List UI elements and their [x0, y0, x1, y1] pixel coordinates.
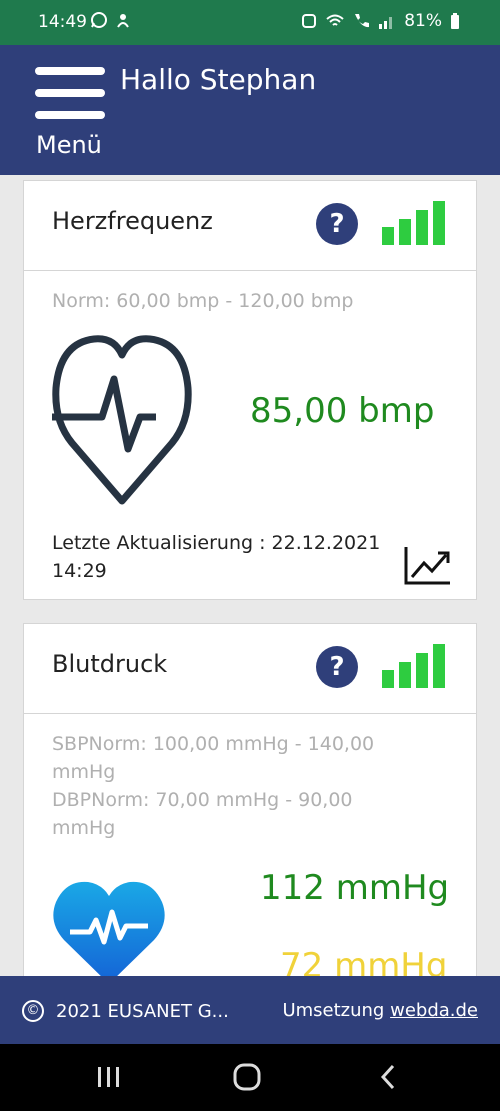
card-header: Herzfrequenz ?	[24, 181, 476, 271]
norm-range: Norm: 60,00 bmp - 120,00 bmp	[52, 290, 354, 312]
last-updated-time: 14:29	[52, 560, 107, 582]
hamburger-menu-icon[interactable]	[35, 67, 105, 119]
webda-link[interactable]: webda.de	[390, 1000, 478, 1021]
navigation-bar	[0, 1044, 500, 1111]
dbp-norm-line2: mmHg	[52, 817, 116, 839]
sbp-norm-line2: mmHg	[52, 761, 116, 783]
credit-prefix: Umsetzung	[282, 1000, 391, 1021]
card-header: Blutdruck ?	[24, 624, 476, 714]
whatsapp-icon	[91, 12, 107, 28]
footer: © 2021 EUSANET G... Umsetzung webda.de	[0, 976, 500, 1044]
systolic-value: 112 mmHg	[260, 868, 450, 908]
battery-percent: 81%	[404, 11, 442, 31]
alarm-icon	[302, 14, 317, 28]
greeting: Hallo Stephan	[120, 63, 317, 96]
trend-chart-icon[interactable]	[404, 545, 452, 585]
call-icon	[355, 14, 370, 28]
battery-icon	[451, 13, 459, 29]
heart-pulse-icon	[53, 881, 165, 982]
help-button[interactable]: ?	[316, 646, 358, 688]
credit: Umsetzung webda.de	[282, 1000, 478, 1021]
signal-strength-icon	[382, 201, 445, 245]
back-icon[interactable]	[374, 1062, 404, 1092]
wifi-icon	[326, 14, 344, 26]
app-header: Hallo Stephan Menü	[0, 45, 500, 175]
help-button[interactable]: ?	[316, 203, 358, 245]
heart-rate-value: 85,00 bmp	[250, 391, 435, 431]
copyright-icon: ©	[22, 1000, 44, 1022]
menu-button[interactable]: Menü	[36, 131, 102, 159]
status-bar: 14:49 81%	[0, 0, 500, 45]
cellular-signal-icon	[379, 17, 393, 29]
card-title: Blutdruck	[52, 650, 168, 678]
recent-apps-icon[interactable]	[94, 1062, 124, 1092]
notification-icon	[117, 14, 129, 28]
home-icon[interactable]	[232, 1062, 262, 1092]
copyright-text: 2021 EUSANET G...	[56, 1000, 229, 1022]
last-updated-date: Letzte Aktualisierung : 22.12.2021	[52, 532, 381, 554]
blood-pressure-card: Blutdruck ? SBPNorm: 100,00 mmHg - 140,0…	[23, 623, 477, 983]
sbp-norm-line1: SBPNorm: 100,00 mmHg - 140,00	[52, 733, 375, 755]
heart-rate-card: Herzfrequenz ? Norm: 60,00 bmp - 120,00 …	[23, 180, 477, 600]
heart-outline-icon	[52, 335, 192, 505]
signal-strength-icon	[382, 644, 445, 688]
status-time: 14:49	[38, 12, 87, 32]
dbp-norm-line1: DBPNorm: 70,00 mmHg - 90,00	[52, 789, 353, 811]
card-title: Herzfrequenz	[52, 207, 213, 235]
